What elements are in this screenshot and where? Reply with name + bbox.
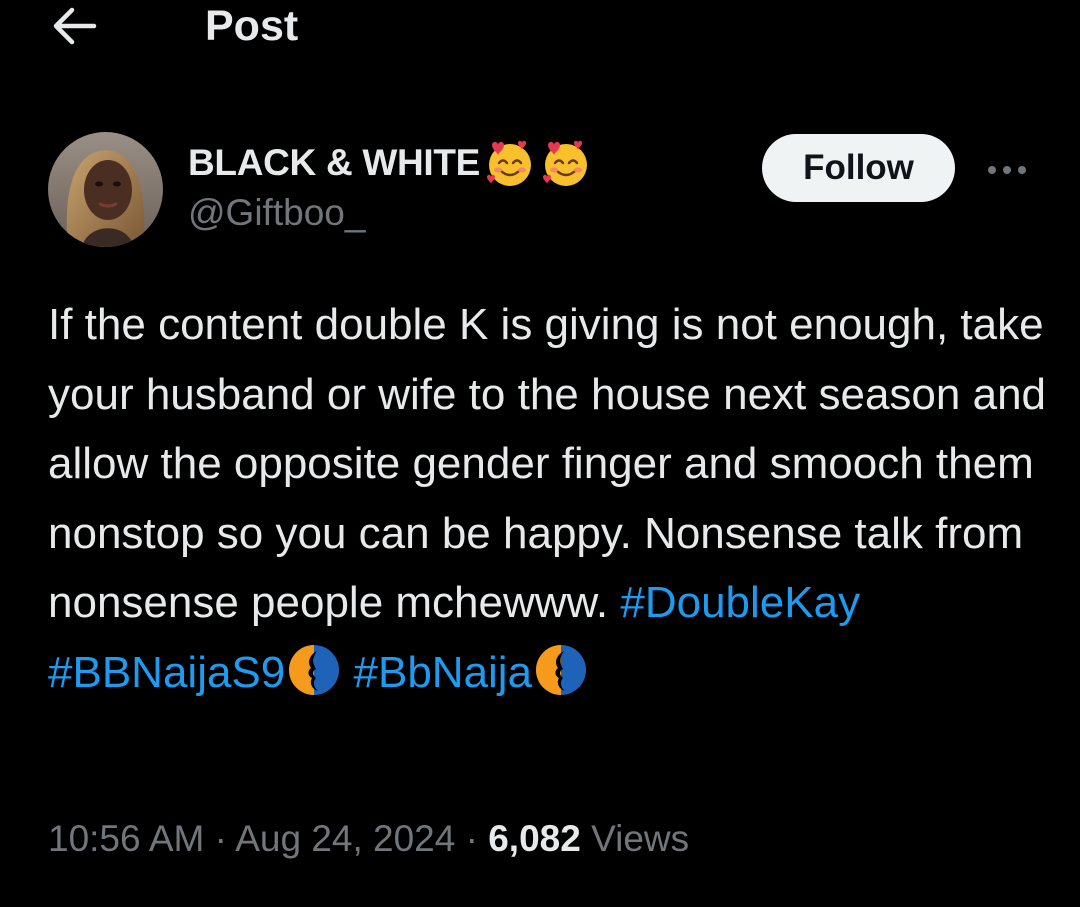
avatar[interactable] (48, 132, 163, 247)
user-handle[interactable]: @Giftboo_ (188, 192, 592, 234)
page-title: Post (205, 2, 299, 50)
more-options-button[interactable] (980, 150, 1036, 190)
hashtag-bbnaijas9[interactable]: #BBNaijaS9 (48, 648, 285, 697)
hashtag-doublekay[interactable]: #DoubleKay (620, 578, 860, 627)
tweet-body: If the content double K is giving is not… (48, 290, 1048, 707)
follow-button[interactable]: Follow (762, 134, 955, 202)
tweet-text: If the content double K is giving is not… (48, 300, 1047, 627)
smiling-face-with-hearts-icon (543, 140, 588, 186)
bbnaija-logo-icon (289, 644, 340, 695)
arrow-left-icon (53, 7, 97, 45)
bbnaija-logo-icon (536, 644, 587, 695)
top-bar: Post (0, 0, 1080, 56)
back-button[interactable] (48, 4, 100, 48)
views-label: Views (591, 818, 690, 859)
hashtag-bbnaija[interactable]: #BbNaija (354, 648, 533, 697)
meta-separator: · (465, 818, 478, 859)
avatar-image (48, 132, 163, 247)
author-info: BLACK & WHITE @Giftboo_ (188, 138, 592, 234)
views-count: 6,082 (488, 818, 581, 859)
tweet-date[interactable]: Aug 24, 2024 (235, 818, 455, 859)
smiling-face-with-hearts-icon (487, 140, 532, 186)
more-horizontal-icon (988, 166, 1026, 174)
display-name: BLACK & WHITE (188, 142, 481, 183)
meta-separator: · (214, 818, 227, 859)
display-name-row[interactable]: BLACK & WHITE (188, 138, 592, 188)
tweet-meta: 10:56 AM · Aug 24, 2024 · 6,082 Views (48, 818, 689, 860)
tweet-time[interactable]: 10:56 AM (48, 818, 204, 859)
